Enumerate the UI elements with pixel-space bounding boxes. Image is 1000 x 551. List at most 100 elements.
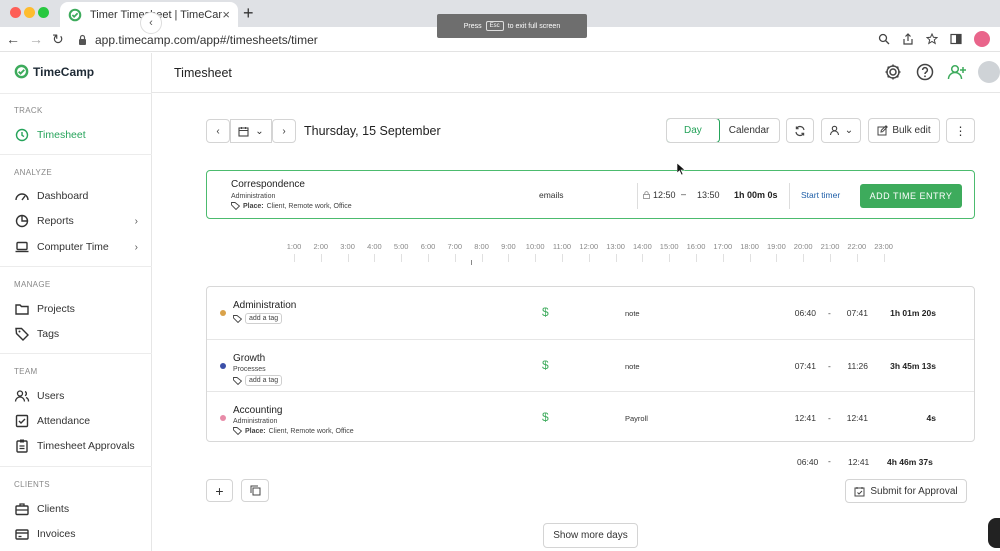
table-row[interactable]: Administration add a tag $ note 06:40 - 07:4… [207, 287, 974, 339]
billable-dollar-icon[interactable]: $ [542, 305, 549, 319]
add-user-icon[interactable] [946, 61, 968, 83]
new-tab-button[interactable]: + [243, 3, 254, 24]
billable-dollar-icon[interactable]: $ [542, 410, 549, 424]
tab-day[interactable]: Day [667, 119, 720, 142]
bulk-edit-button[interactable]: Bulk edit [868, 118, 940, 143]
browser-profile-avatar[interactable] [974, 31, 990, 47]
add-entry-button[interactable]: + [206, 479, 233, 502]
chevron-down-icon: ⌄ [844, 125, 854, 136]
entry-tags[interactable]: add a tag [233, 313, 283, 324]
timeline-tick [696, 254, 697, 262]
timecamp-logo[interactable]: TimeCamp [14, 64, 94, 79]
entry-tags[interactable]: add a tag [233, 375, 283, 386]
timeline-hour-label: 10:00 [525, 242, 545, 251]
table-row[interactable]: Accounting Administration Place: Client, … [207, 391, 974, 443]
user-filter-button[interactable]: ⌄ [821, 118, 861, 143]
checkbox-icon [15, 414, 29, 428]
timeline-tick [642, 254, 644, 262]
next-day-button[interactable]: › [272, 119, 296, 143]
settings-gear-icon[interactable] [882, 61, 904, 83]
timeline-hour-label: 20:00 [793, 242, 813, 251]
calendar-icon [238, 126, 249, 137]
more-options-button[interactable]: ⋮ [946, 118, 975, 143]
add-tag-button[interactable]: add a tag [245, 313, 283, 324]
sidebar-toggle-icon[interactable] [950, 33, 962, 45]
window-close-button[interactable] [10, 7, 21, 18]
sidebar-item-invoices[interactable]: Invoices [14, 526, 138, 542]
reload-icon[interactable]: ↻ [52, 31, 64, 48]
entry-end-time[interactable]: 07:41 [847, 308, 868, 318]
total-duration: 4h 46m 37s [887, 457, 933, 467]
timeline-hour-label: 23:00 [874, 242, 893, 251]
timeline-hour-label: 11:00 [552, 242, 572, 251]
submit-for-approval-button[interactable]: Submit for Approval [845, 479, 967, 503]
chat-widget-icon[interactable] [988, 518, 1000, 548]
sidebar-item-users[interactable]: Users [14, 388, 138, 404]
table-row[interactable]: Growth Processes add a tag $ note 07:41 - 11:… [207, 339, 974, 391]
timer-end-time[interactable]: 13:50 [697, 190, 720, 200]
window-minimize-button[interactable] [24, 7, 35, 18]
time-range-dash: - [828, 308, 831, 318]
window-zoom-button[interactable] [38, 7, 49, 18]
entry-note[interactable]: note [625, 362, 640, 371]
timer-start-time[interactable]: 12:50 [643, 190, 676, 200]
user-avatar[interactable] [978, 61, 1000, 83]
timer-tags[interactable]: Place: Client, Remote work, Office [231, 202, 352, 210]
sidebar-item-computer-time[interactable]: Computer Time › [14, 239, 138, 255]
timecamp-logo-icon [14, 64, 29, 79]
timer-task-name[interactable]: Correspondence [231, 179, 305, 190]
prev-day-button[interactable]: ‹ [206, 119, 230, 143]
entry-duration[interactable]: 1h 01m 20s [890, 308, 936, 318]
day-timeline: 1:00 2:00 3:00 4:00 5:00 6:00 7:00 8:00 9:00 10:0… [206, 240, 975, 270]
entry-start-time[interactable]: 06:40 [795, 308, 816, 318]
entry-end-time[interactable]: 11:26 [847, 361, 868, 371]
entry-note[interactable]: note [625, 309, 640, 318]
timeline-tick [776, 254, 778, 262]
back-arrow-icon[interactable]: ← [6, 31, 20, 47]
start-timer-link[interactable]: Start timer [801, 190, 840, 200]
copy-entries-button[interactable] [241, 479, 269, 502]
sidebar-item-timesheet-approvals[interactable]: Timesheet Approvals [14, 438, 138, 454]
tab-calendar[interactable]: Calendar [719, 119, 780, 142]
clipboard-icon [16, 439, 28, 453]
forward-arrow-icon[interactable]: → [29, 31, 43, 47]
dashboard-icon [15, 193, 29, 201]
show-more-days-button[interactable]: Show more days [543, 523, 638, 548]
entry-duration[interactable]: 4s [927, 413, 936, 423]
entry-task-name[interactable]: Administration [233, 300, 296, 311]
entry-start-time[interactable]: 07:41 [795, 361, 816, 371]
entry-start-time[interactable]: 12:41 [795, 413, 816, 423]
sidebar-item-tags[interactable]: Tags [14, 326, 138, 342]
entry-end-time[interactable]: 12:41 [847, 413, 868, 423]
timeline-tick [294, 254, 295, 262]
tab-close-icon[interactable]: × [222, 7, 230, 22]
add-time-entry-button[interactable]: ADD TIME ENTRY [860, 184, 962, 208]
sync-button[interactable] [786, 118, 814, 143]
date-picker-button[interactable]: ⌄ [230, 119, 272, 143]
timeline-hour-label: 17:00 [713, 242, 733, 251]
sidebar-divider [0, 353, 152, 354]
share-icon[interactable] [902, 33, 914, 45]
zoom-icon[interactable] [878, 33, 890, 45]
sidebar-collapse-button[interactable]: ‹ [140, 12, 162, 34]
sidebar-item-dashboard[interactable]: Dashboard [14, 188, 138, 204]
sidebar-item-projects[interactable]: Projects [14, 301, 138, 317]
timer-note[interactable]: emails [539, 190, 564, 200]
sidebar-item-label: Tags [37, 328, 60, 340]
billable-dollar-icon[interactable]: $ [542, 358, 549, 372]
timeline-hour-label: 2:00 [313, 242, 329, 251]
entry-note[interactable]: Payroll [625, 414, 648, 423]
time-range-dash: – [681, 189, 687, 199]
timer-duration[interactable]: 1h 00m 0s [734, 190, 778, 200]
sidebar-item-timesheet[interactable]: Timesheet [14, 127, 138, 143]
sidebar-item-reports[interactable]: Reports › [14, 213, 138, 229]
entry-task-name[interactable]: Growth [233, 353, 265, 364]
help-question-icon[interactable] [914, 61, 936, 83]
sidebar-item-clients[interactable]: Clients [14, 501, 138, 517]
entry-tags[interactable]: Place: Client, Remote work, Office [233, 427, 354, 435]
sidebar-item-attendance[interactable]: Attendance [14, 413, 138, 429]
entry-duration[interactable]: 3h 45m 13s [890, 361, 936, 371]
bookmark-star-icon[interactable] [926, 33, 938, 45]
entry-task-name[interactable]: Accounting [233, 405, 282, 416]
add-tag-button[interactable]: add a tag [245, 375, 283, 386]
